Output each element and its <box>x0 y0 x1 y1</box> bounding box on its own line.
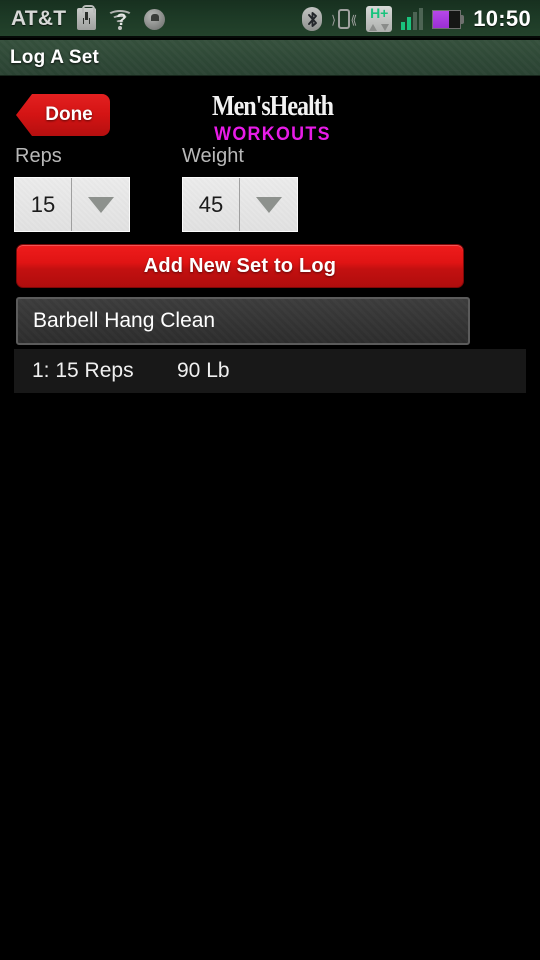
app-screen: AT&T ? ⟩ ⟪ H+ 10:50 Log A Set Done Men's… <box>0 0 540 960</box>
done-button[interactable]: Done <box>16 94 110 136</box>
hplus-label: H+ <box>370 5 389 21</box>
exercise-name-label: Barbell Hang Clean <box>33 309 216 332</box>
main-content: Done Men'sHealth WORKOUTS Reps Weight 15… <box>0 77 540 960</box>
mens-health-workouts-logo: Men'sHealth WORKOUTS <box>200 91 345 145</box>
status-bar-right: ⟩ ⟪ H+ 10:50 <box>302 0 531 38</box>
chevron-down-icon <box>87 196 114 213</box>
brand-subtitle: WORKOUTS <box>214 124 331 145</box>
done-button-label: Done <box>45 104 93 125</box>
add-new-set-label: Add New Set to Log <box>143 254 337 277</box>
page-title: Log A Set <box>10 46 100 68</box>
reps-dropdown-button[interactable] <box>72 178 129 231</box>
vibrate-icon: ⟩ ⟪ <box>331 8 357 30</box>
set-reps-label: 1: 15 Reps <box>32 359 134 382</box>
weight-dropdown-button[interactable] <box>240 178 297 231</box>
hplus-data-icon: H+ <box>366 5 393 32</box>
battery-icon <box>432 9 465 29</box>
reps-value[interactable]: 15 <box>15 178 72 231</box>
weight-value[interactable]: 45 <box>183 178 240 231</box>
reps-spinner[interactable]: 15 <box>14 177 130 232</box>
status-bar: AT&T ? ⟩ ⟪ H+ 10:50 <box>0 0 540 38</box>
add-new-set-button[interactable]: Add New Set to Log <box>16 244 464 288</box>
wifi-question-icon: ? <box>107 8 134 30</box>
table-row[interactable]: 1: 15 Reps 90 Lb <box>14 349 526 393</box>
signal-bars-icon <box>401 8 424 30</box>
clock-label: 10:50 <box>473 6 531 31</box>
status-bar-left: AT&T ? <box>0 5 166 31</box>
bluetooth-icon <box>302 7 323 31</box>
weight-label: Weight <box>182 145 244 167</box>
exercise-name-field[interactable]: Barbell Hang Clean <box>16 297 470 345</box>
chevron-down-icon <box>255 196 282 213</box>
reps-label: Reps <box>15 145 62 167</box>
set-weight-label: 90 Lb <box>177 359 230 382</box>
brand-name: Men'sHealth <box>211 91 334 122</box>
title-bar: Log A Set <box>0 40 540 76</box>
download-icon <box>77 5 97 30</box>
carrier-label: AT&T <box>11 7 67 30</box>
weight-spinner[interactable]: 45 <box>182 177 298 232</box>
account-icon <box>144 8 166 30</box>
